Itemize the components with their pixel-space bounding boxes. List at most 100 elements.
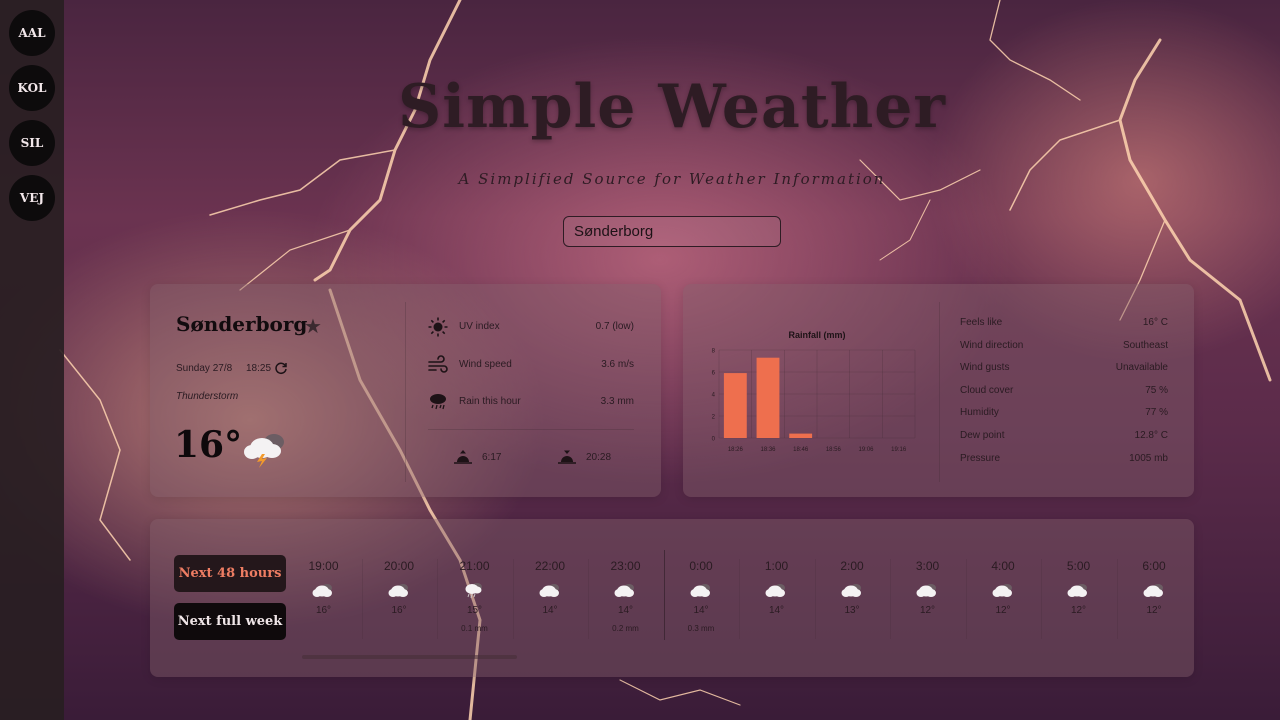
next-full-week-button[interactable]: Next full week — [174, 603, 286, 640]
forecast-card: Next 48 hours Next full week 19:00 16° 20:… — [150, 519, 1194, 677]
detail-row: Dew point 12.8° C — [960, 427, 1168, 450]
hour-column: 6:00 12° — [1116, 519, 1192, 639]
x-tick-label: 19:06 — [858, 447, 874, 453]
cloud-icon — [539, 581, 561, 599]
hour-column: 0:00 14° 0.3 mm — [663, 519, 739, 640]
hour-temperature: 15° — [466, 605, 483, 616]
page-title: Simple Weather — [397, 72, 947, 142]
current-time: 18:25 — [246, 363, 272, 374]
hour-time: 22:00 — [534, 559, 566, 573]
cloud-icon — [1143, 581, 1165, 599]
hour-temperature: 14° — [617, 605, 634, 616]
current-weather-card: Sønderborg ★ Sunday 27/8 18:25 Thunderst… — [150, 284, 661, 497]
detail-label: Pressure — [960, 452, 1001, 464]
sunset-icon — [558, 450, 576, 464]
y-tick-label: 4 — [712, 393, 716, 399]
stat-label: Wind speed — [459, 359, 512, 370]
hour-time: 6:00 — [1142, 559, 1166, 573]
hour-time: 23:00 — [610, 559, 641, 573]
forecast-scrollbar[interactable] — [302, 655, 517, 659]
sunset-time: 20:28 — [586, 451, 612, 463]
refresh-icon[interactable] — [274, 361, 288, 379]
rain-cloud-icon — [430, 394, 446, 410]
hour-column: 20:00 16° — [361, 519, 437, 639]
sunrise-icon — [454, 450, 472, 464]
hour-time: 4:00 — [991, 559, 1015, 573]
detail-label: Wind gusts — [960, 362, 1010, 374]
rainfall-chart: Rainfall (mm) 0 2 4 6 8 18:26 18:36 18:46 18:56 19… — [712, 330, 916, 453]
hour-time: 0:00 — [689, 559, 713, 573]
rain-cloud-icon — [463, 581, 485, 599]
x-tick-label: 18:46 — [793, 447, 809, 453]
hour-divider — [512, 559, 514, 639]
city-search-input[interactable] — [563, 216, 781, 247]
cloud-icon — [765, 581, 787, 599]
hour-divider — [437, 559, 438, 639]
hour-column: 2:00 13° — [814, 519, 890, 639]
stat-value: 0.7 (low) — [595, 321, 634, 332]
cloud-icon — [841, 581, 863, 599]
y-tick-label: 2 — [712, 415, 716, 421]
details-list: Feels like 16° C Wind direction Southeast Wi… — [960, 314, 1168, 472]
detail-row: Pressure 1005 mb — [960, 450, 1168, 473]
rainfall-bar — [756, 357, 780, 438]
card-divider — [428, 429, 634, 430]
cloud-icon — [388, 581, 410, 599]
hour-rain: 0.3 mm — [687, 624, 715, 633]
hour-divider — [1041, 559, 1042, 639]
thunderstorm-icon — [244, 434, 284, 468]
x-tick-label: 18:56 — [826, 447, 842, 453]
hour-divider — [814, 559, 816, 639]
hour-divider — [361, 559, 363, 639]
hour-temperature: 14° — [768, 605, 785, 616]
hour-temperature: 12° — [995, 605, 1011, 616]
x-tick-label: 18:26 — [728, 447, 744, 453]
sun-icon — [428, 317, 448, 337]
hour-temperature: 16° — [315, 605, 332, 616]
cloud-icon — [916, 581, 938, 599]
detail-label: Wind direction — [960, 339, 1024, 351]
current-date: Sunday 27/8 — [176, 363, 233, 374]
hour-column: 21:00 15° 0.1 mm — [437, 519, 512, 639]
hour-column: 19:00 16° — [286, 519, 361, 629]
x-tick-label: 18:36 — [760, 447, 776, 453]
hourly-forecast[interactable]: 19:00 16° 20:00 16° 21:00 15° 0.1 mm 22:00 14° 23… — [286, 519, 1194, 669]
city-name: Sønderborg — [176, 312, 308, 336]
hour-time: 1:00 — [764, 559, 789, 573]
detail-label: Cloud cover — [960, 384, 1014, 396]
hour-temperature: 12° — [1146, 605, 1162, 616]
details-card: Rainfall (mm) 0 2 4 6 8 18:26 18:36 18:46 18:56 19… — [683, 284, 1194, 497]
wind-icon — [428, 355, 448, 373]
hour-temperature: 14° — [693, 605, 709, 616]
card-divider — [939, 302, 940, 482]
uv-index-row: UV index 0.7 (low) — [428, 317, 634, 337]
wind-speed-row: Wind speed 3.6 m/s — [428, 355, 634, 375]
sunrise-time: 6:17 — [482, 451, 502, 463]
stat-label: Rain this hour — [459, 396, 521, 407]
x-tick-label: 19:16 — [891, 447, 907, 453]
cloud-icon — [1067, 581, 1089, 599]
detail-row: Humidity 77 % — [960, 404, 1168, 427]
star-icon[interactable]: ★ — [304, 314, 322, 338]
cloud-icon — [992, 581, 1014, 599]
hour-rain: 0.1 mm — [461, 624, 488, 633]
favorite-city-button[interactable]: AAL — [9, 10, 55, 56]
hour-divider — [588, 559, 589, 639]
hour-temperature: 13° — [844, 605, 860, 616]
detail-value: Unavailable — [1115, 362, 1168, 374]
hour-divider — [739, 559, 740, 639]
hour-time: 19:00 — [308, 559, 339, 573]
day-divider — [663, 550, 665, 640]
rainfall-bar — [723, 373, 747, 438]
cloud-icon — [690, 581, 712, 599]
stat-label: UV index — [459, 321, 500, 332]
y-tick-label: 8 — [712, 349, 716, 355]
hour-column: 5:00 12° — [1041, 519, 1116, 639]
detail-row: Cloud cover 75 % — [960, 382, 1168, 405]
next-48-hours-button[interactable]: Next 48 hours — [174, 555, 286, 592]
hour-column: 3:00 12° — [890, 519, 965, 639]
page-subtitle: A Simplified Source for Weather Informat… — [458, 170, 886, 188]
hour-temperature: 12° — [919, 605, 936, 616]
detail-value: 1005 mb — [1129, 452, 1168, 464]
stat-value: 3.6 m/s — [601, 359, 634, 370]
